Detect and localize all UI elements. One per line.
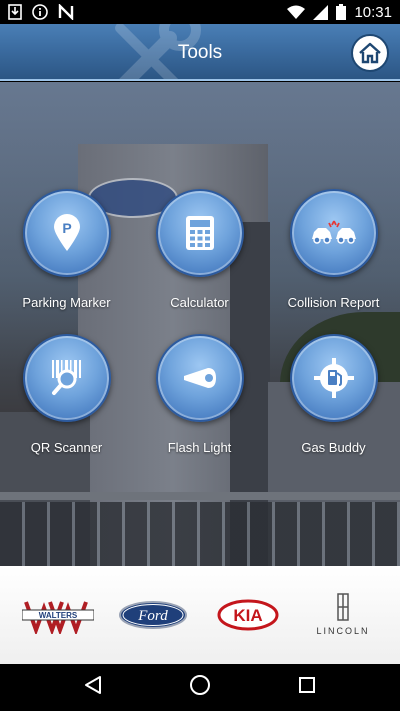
wifi-icon bbox=[287, 5, 306, 19]
ford-logo[interactable]: Ford bbox=[108, 585, 198, 645]
tool-label: Calculator bbox=[170, 295, 229, 310]
download-icon bbox=[8, 4, 22, 20]
status-right-icons: 10:31 bbox=[287, 4, 392, 21]
tool-label: QR Scanner bbox=[30, 440, 103, 455]
tool-label: Flash Light bbox=[167, 440, 232, 455]
back-icon[interactable] bbox=[84, 675, 102, 700]
signal-icon bbox=[313, 4, 329, 20]
parking-marker-button[interactable]: P bbox=[22, 189, 111, 277]
status-left-icons bbox=[8, 4, 74, 20]
background-floor-band bbox=[0, 492, 400, 500]
parking-marker-icon: P bbox=[53, 214, 80, 251]
gas-buddy-button[interactable] bbox=[289, 334, 378, 422]
n-icon bbox=[58, 4, 74, 20]
qr-scanner-button[interactable] bbox=[22, 334, 111, 422]
background-windows bbox=[0, 502, 400, 566]
tools-panel: P Parking Marker Calculator Collision Re… bbox=[0, 82, 400, 566]
home-button[interactable] bbox=[351, 34, 389, 72]
tool-calculator[interactable]: Calculator bbox=[133, 189, 266, 310]
android-nav-bar bbox=[0, 664, 400, 711]
calculator-icon bbox=[185, 216, 214, 250]
tool-label: Gas Buddy bbox=[301, 440, 366, 455]
tool-label: Parking Marker bbox=[22, 295, 111, 310]
tool-flash-light[interactable]: Flash Light bbox=[133, 334, 266, 455]
lincoln-logo[interactable]: LINCOLN bbox=[298, 585, 388, 645]
brand-logo-strip: WALTERS Ford KIA LINCOLN bbox=[0, 566, 400, 664]
page-title: Tools bbox=[177, 42, 223, 63]
tool-qr-scanner[interactable]: QR Scanner bbox=[0, 334, 133, 455]
home-nav-icon[interactable] bbox=[189, 674, 211, 701]
flash-light-button[interactable] bbox=[155, 334, 244, 422]
calculator-button[interactable] bbox=[155, 189, 244, 277]
collision-report-button[interactable] bbox=[289, 189, 378, 277]
status-time: 10:31 bbox=[354, 3, 392, 21]
tool-collision-report[interactable]: Collision Report bbox=[267, 189, 400, 310]
qr-scanner-icon bbox=[51, 360, 81, 395]
walters-logo[interactable]: WALTERS bbox=[13, 585, 103, 645]
kia-logo[interactable]: KIA bbox=[203, 585, 293, 645]
collision-icon bbox=[311, 220, 356, 244]
battery-icon bbox=[336, 4, 347, 20]
status-bar: 10:31 bbox=[0, 0, 400, 24]
tool-parking-marker[interactable]: P Parking Marker bbox=[0, 189, 133, 310]
flashlight-icon bbox=[183, 368, 216, 388]
recents-icon[interactable] bbox=[298, 676, 316, 699]
gas-pump-icon bbox=[313, 358, 354, 398]
walters-text: WALTERS bbox=[38, 611, 77, 620]
tool-gas-buddy[interactable]: Gas Buddy bbox=[267, 334, 400, 455]
app-header: Tools bbox=[0, 24, 400, 81]
home-icon bbox=[359, 42, 381, 64]
ford-text: Ford bbox=[137, 608, 168, 624]
tool-label: Collision Report bbox=[287, 295, 380, 310]
svg-text:P: P bbox=[62, 220, 71, 236]
lincoln-text: LINCOLN bbox=[316, 626, 369, 636]
info-icon bbox=[32, 4, 48, 20]
kia-text: KIA bbox=[233, 606, 262, 625]
